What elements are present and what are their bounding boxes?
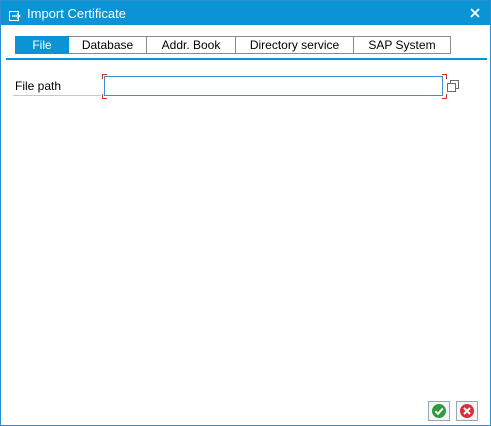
required-marker: [102, 74, 107, 79]
file-path-input[interactable]: [104, 76, 443, 96]
tab-addr-book[interactable]: Addr. Book: [147, 36, 236, 54]
import-certificate-dialog: Import Certificate File Database Addr. B…: [0, 0, 491, 426]
cancel-x-icon: [460, 404, 474, 418]
tab-directory-service[interactable]: Directory service: [236, 36, 354, 54]
import-certificate-icon: [9, 8, 21, 21]
checkmark-icon: [432, 404, 446, 418]
cancel-button[interactable]: [456, 401, 478, 421]
tab-database[interactable]: Database: [69, 36, 147, 54]
tab-underline: [6, 58, 487, 60]
required-marker: [442, 94, 447, 99]
tab-strip: File Database Addr. Book Directory servi…: [15, 36, 451, 54]
close-icon[interactable]: [466, 4, 484, 22]
tab-sap-system[interactable]: SAP System: [354, 36, 451, 54]
required-marker: [102, 94, 107, 99]
dialog-title: Import Certificate: [27, 5, 126, 21]
title-bar: Import Certificate: [1, 1, 490, 25]
file-path-label: File path: [15, 79, 62, 93]
tab-file[interactable]: File: [15, 36, 69, 54]
label-divider: [13, 95, 101, 96]
value-help-icon[interactable]: [446, 79, 460, 93]
ok-button[interactable]: [428, 401, 450, 421]
